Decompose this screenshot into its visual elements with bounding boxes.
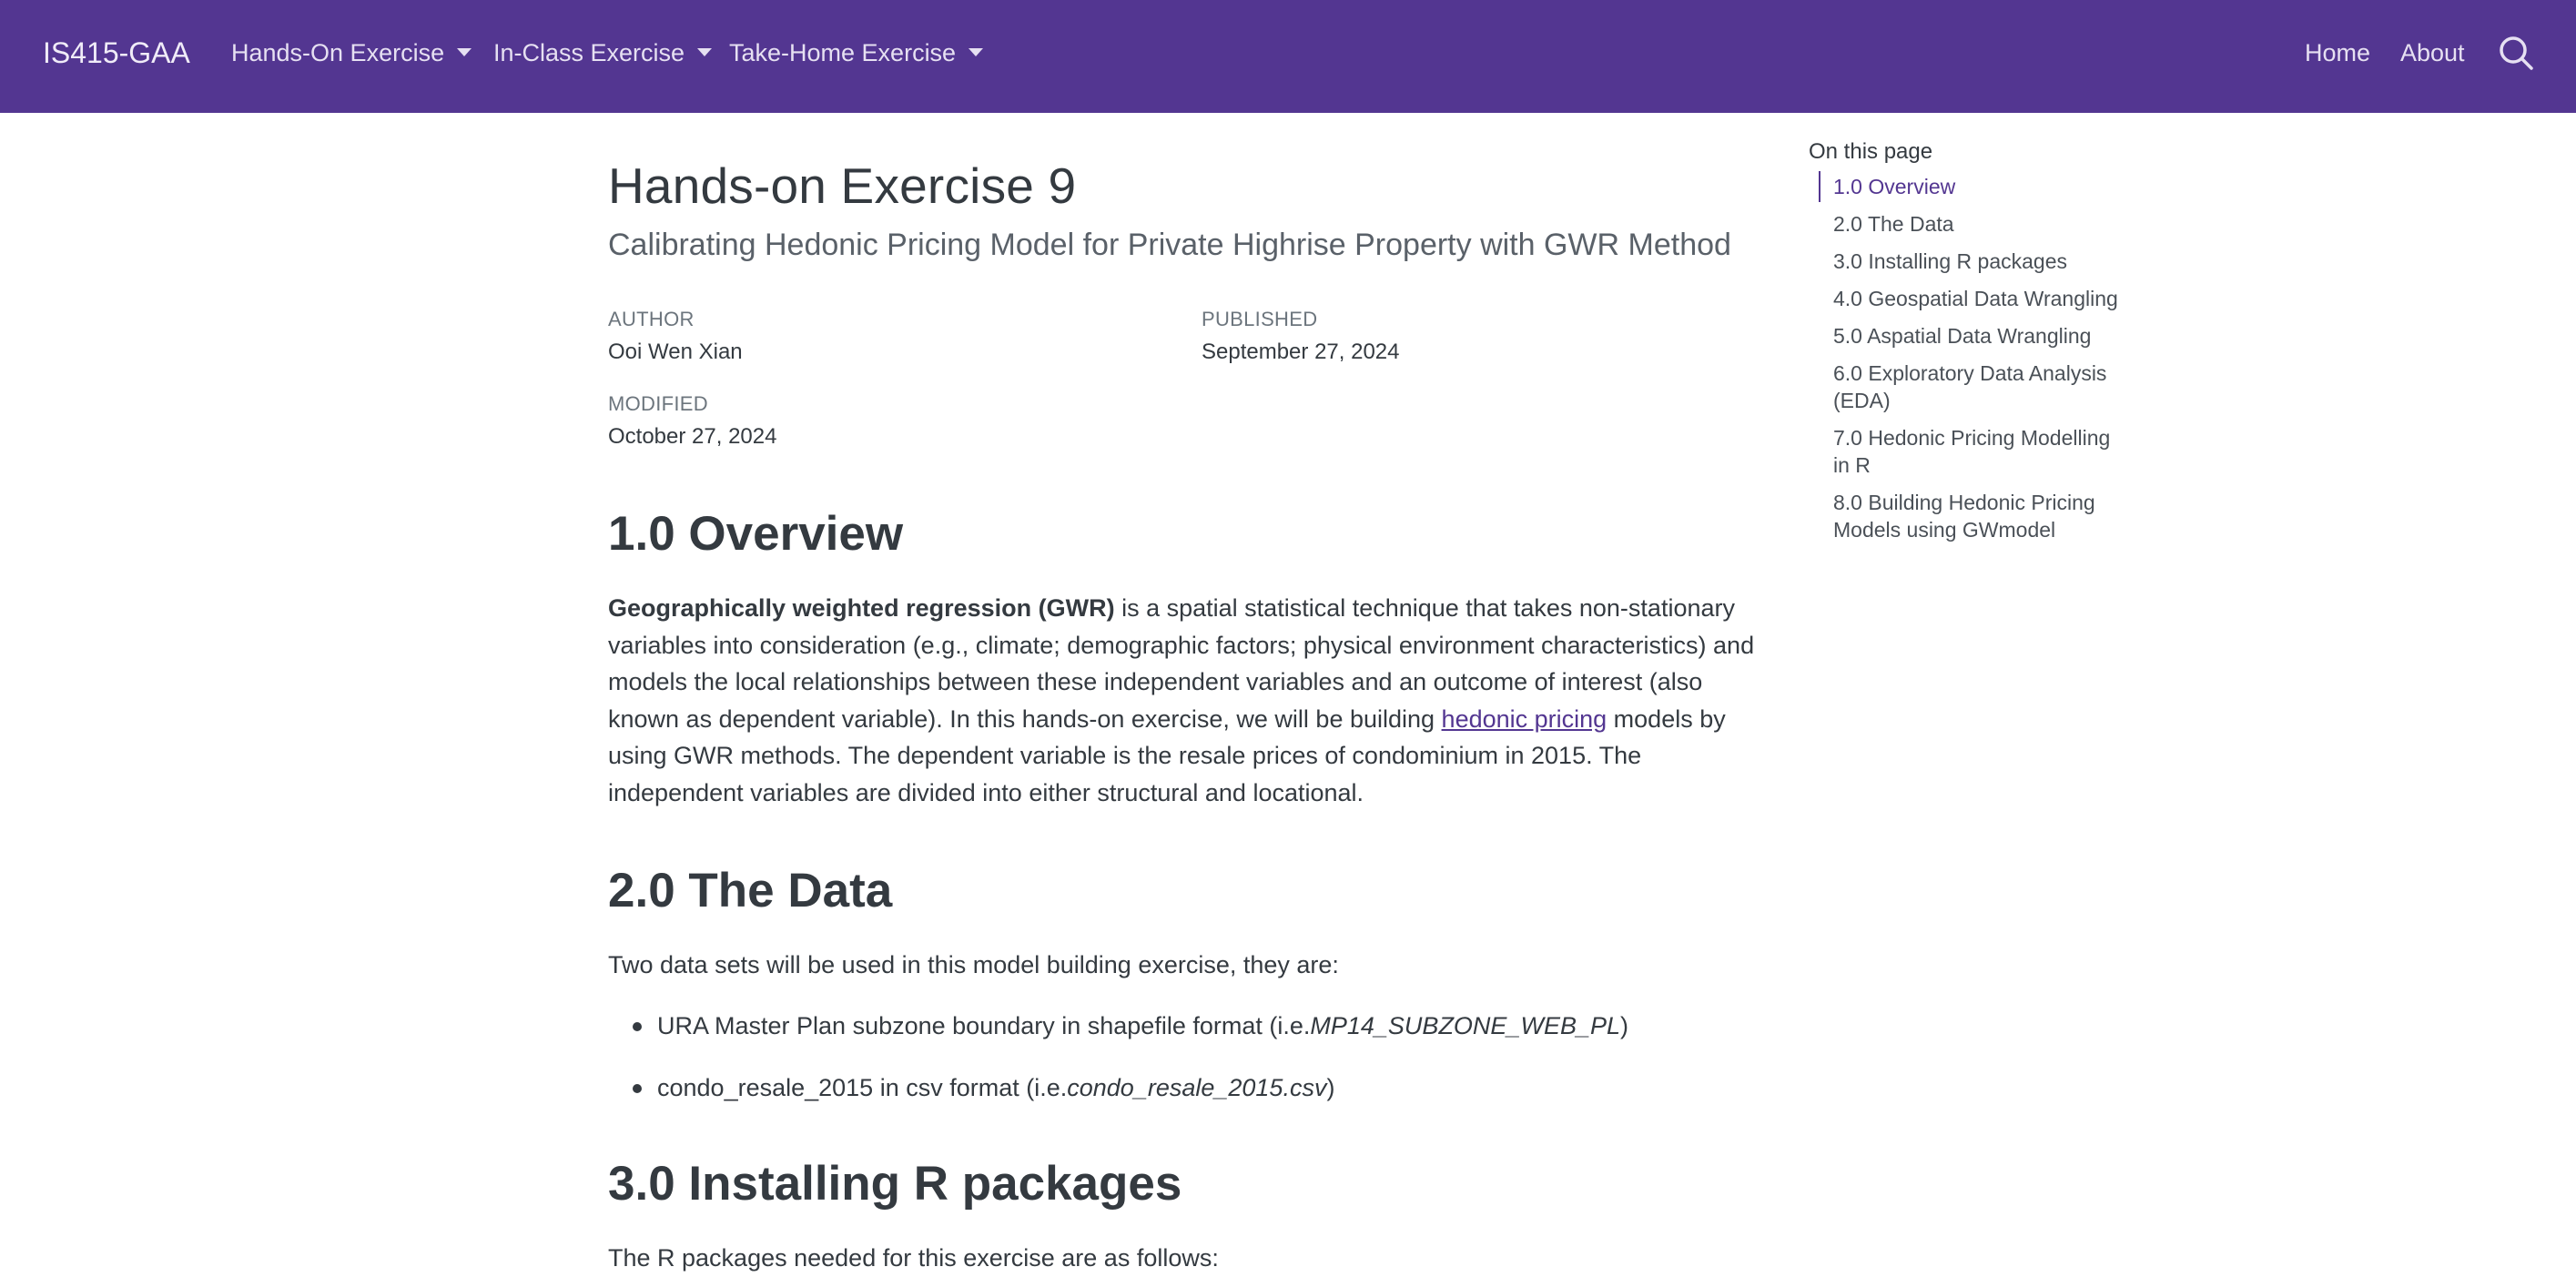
toc-item-installing-r-packages[interactable]: 3.0 Installing R packages — [1819, 248, 2128, 275]
toc-title: On this page — [1809, 139, 1933, 164]
author-value: Ooi Wen Xian — [608, 340, 743, 364]
published-value: September 27, 2024 — [1202, 340, 1400, 364]
menu-in-class-exercise[interactable]: In-Class Exercise — [493, 0, 713, 106]
overview-paragraph: Geographically weighted regression (GWR)… — [608, 590, 1755, 812]
data-intro: Two data sets will be used in this model… — [608, 951, 1339, 978]
modified-value: October 27, 2024 — [608, 424, 777, 449]
page-subtitle: Calibrating Hedonic Pricing Model for Pr… — [608, 228, 1731, 262]
site-brand[interactable]: IS415-GAA — [43, 0, 190, 106]
table-of-contents: 1.0 Overview 2.0 The Data 3.0 Installing… — [1819, 171, 2128, 553]
caret-down-icon — [457, 48, 472, 57]
menu-hands-on-exercise[interactable]: Hands-On Exercise — [231, 0, 472, 106]
menu-take-home-exercise[interactable]: Take-Home Exercise — [729, 0, 984, 106]
toc-item-geospatial-data-wrangling[interactable]: 4.0 Geospatial Data Wrangling — [1819, 285, 2128, 312]
toc-item-eda[interactable]: 6.0 Exploratory Data Analysis (EDA) — [1819, 360, 2128, 414]
packages-intro: The R packages needed for this exercise … — [608, 1244, 1219, 1272]
menu-label: Hands-On Exercise — [231, 39, 445, 66]
section-heading-overview: 1.0 Overview — [608, 507, 904, 561]
nav-link-home[interactable]: Home — [2305, 0, 2370, 106]
toc-item-overview[interactable]: 1.0 Overview — [1819, 171, 2128, 202]
toc-item-hedonic-pricing-modelling[interactable]: 7.0 Hedonic Pricing Modelling in R — [1819, 424, 2128, 479]
toc-item-the-data[interactable]: 2.0 The Data — [1819, 210, 2128, 238]
list-item: URA Master Plan subzone boundary in shap… — [608, 1008, 1628, 1069]
caret-down-icon — [697, 48, 713, 57]
menu-label: In-Class Exercise — [493, 39, 685, 66]
list-item: condo_resale_2015 in csv format (i.e.con… — [608, 1069, 1628, 1131]
menu-label: Take-Home Exercise — [729, 39, 957, 66]
section-heading-data: 2.0 The Data — [608, 864, 893, 917]
modified-label: MODIFIED — [608, 392, 708, 415]
caret-down-icon — [969, 48, 984, 57]
top-navbar: IS415-GAA Hands-On Exercise In-Class Exe… — [0, 0, 2576, 113]
search-icon[interactable] — [2498, 35, 2534, 71]
published-label: PUBLISHED — [1202, 308, 1318, 330]
author-label: AUTHOR — [608, 308, 695, 330]
section-heading-packages: 3.0 Installing R packages — [608, 1157, 1182, 1211]
overview-bold-term: Geographically weighted regression (GWR) — [608, 594, 1115, 622]
page-title: Hands-on Exercise 9 — [608, 157, 1077, 214]
nav-link-about[interactable]: About — [2400, 0, 2465, 106]
hedonic-pricing-link[interactable]: hedonic pricing — [1442, 705, 1607, 733]
toc-item-building-gwmodel[interactable]: 8.0 Building Hedonic Pricing Models usin… — [1819, 489, 2128, 543]
toc-item-aspatial-data-wrangling[interactable]: 5.0 Aspatial Data Wrangling — [1819, 322, 2128, 350]
data-list: URA Master Plan subzone boundary in shap… — [608, 1008, 1628, 1131]
